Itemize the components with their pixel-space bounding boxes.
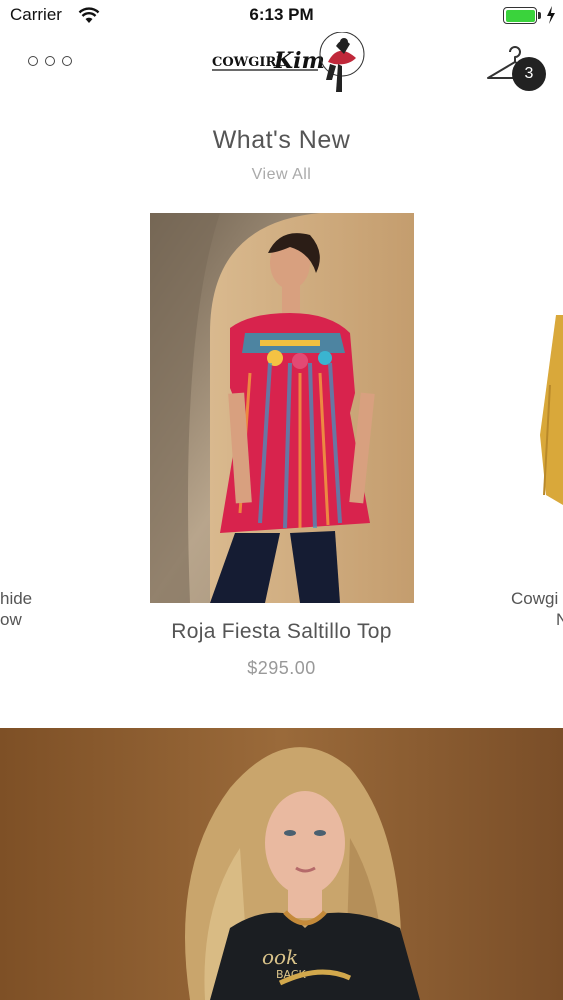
product-price: $295.00 xyxy=(247,658,316,678)
brand-logo[interactable]: COWGIRL Kim xyxy=(210,31,370,98)
battery-tip xyxy=(538,12,541,19)
next-product-image[interactable] xyxy=(536,315,563,525)
clock: 6:13 PM xyxy=(249,5,314,24)
charging-icon xyxy=(547,6,555,24)
promo-banner-image[interactable]: ook BACK xyxy=(0,728,563,1000)
view-all-link[interactable]: View All xyxy=(0,166,563,184)
nav-bar: COWGIRL Kim 3 xyxy=(0,31,563,94)
status-bar: Carrier 6:13 PM xyxy=(0,0,563,32)
cart-count-badge[interactable]: 3 xyxy=(512,57,546,91)
battery-icon xyxy=(503,7,537,24)
section-title: What's New xyxy=(212,126,351,154)
product-image[interactable] xyxy=(150,213,414,603)
more-dots-icon[interactable] xyxy=(28,56,72,66)
svg-text:ook: ook xyxy=(262,945,298,969)
next-product-line1: Cowgi xyxy=(511,589,559,608)
product-name[interactable]: Roja Fiesta Saltillo Top xyxy=(0,620,563,644)
prev-product-line1: hide xyxy=(0,589,33,608)
